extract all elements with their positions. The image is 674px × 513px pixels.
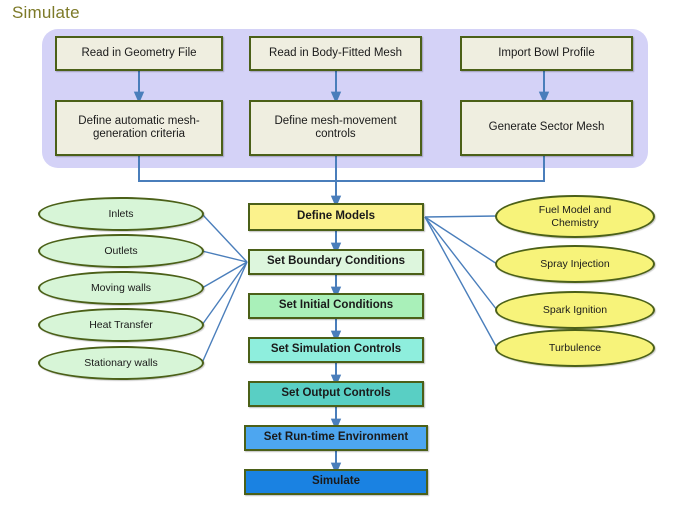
setup-box-generate-sector-mesh[interactable]: Generate Sector Mesh [460,100,633,156]
setup-box-label: Read in Body-Fitted Mesh [269,46,402,59]
flowchart-canvas: Simulate Read in Geometry File Read in B… [0,0,674,513]
flow-step-set-simulation-controls[interactable]: Set Simulation Controls [248,337,424,363]
boundary-input-outlets[interactable]: Outlets [38,234,204,268]
flow-step-label: Set Simulation Controls [270,343,402,356]
ellipse-label: Moving walls [90,281,152,294]
model-input-spark-ignition[interactable]: Spark Ignition [495,291,655,329]
ellipse-label: Outlets [104,244,138,257]
model-input-fuel-model-and-chemistry[interactable]: Fuel Model and Chemistry [495,195,655,238]
flow-step-define-models[interactable]: Define Models [248,203,424,231]
setup-box-import-bowl-profile[interactable]: Import Bowl Profile [460,36,633,71]
ellipse-label: Spark Ignition [542,303,608,316]
setup-box-define-mesh-generation-criteria[interactable]: Define automatic mesh-generation criteri… [55,100,223,156]
setup-box-label: Import Bowl Profile [498,46,595,59]
ellipse-label: Inlets [108,207,134,220]
flow-step-label: Set Initial Conditions [278,299,394,312]
ellipse-label: Turbulence [548,341,602,354]
setup-box-define-mesh-movement-controls[interactable]: Define mesh-movement controls [249,100,422,156]
flow-step-label: Simulate [312,475,360,488]
boundary-input-inlets[interactable]: Inlets [38,197,204,231]
setup-box-label: Read in Geometry File [81,46,197,59]
boundary-input-moving-walls[interactable]: Moving walls [38,271,204,305]
connector-heat-transfer-to-bc [201,261,248,326]
flow-step-set-initial-conditions[interactable]: Set Initial Conditions [248,293,424,319]
connector-spark-to-models [424,216,498,311]
setup-box-read-body-fitted-mesh[interactable]: Read in Body-Fitted Mesh [249,36,422,71]
setup-box-label: Define mesh-movement controls [274,114,397,140]
flow-step-label: Set Run-time Environment [263,431,409,444]
model-input-spray-injection[interactable]: Spray Injection [495,245,655,283]
setup-box-read-geometry-file[interactable]: Read in Geometry File [55,36,223,71]
boundary-input-heat-transfer[interactable]: Heat Transfer [38,308,204,342]
flow-step-simulate[interactable]: Simulate [244,469,428,495]
connector-turbulence-to-models [424,216,498,349]
flow-step-label: Define Models [297,210,375,223]
connector-outlets-to-bc [201,250,248,263]
connector-fuel-model-to-models [424,215,498,218]
setup-box-label: Define automatic mesh-generation criteri… [78,114,200,140]
connector-inlets-to-bc [201,213,248,263]
flow-step-set-run-time-environment[interactable]: Set Run-time Environment [244,425,428,451]
model-input-turbulence[interactable]: Turbulence [495,329,655,367]
ellipse-label: Stationary walls [84,356,158,369]
flow-step-label: Set Output Controls [281,387,391,400]
flow-step-set-boundary-conditions[interactable]: Set Boundary Conditions [248,249,424,275]
connector-spray-to-models [424,216,498,265]
ellipse-label: Fuel Model and Chemistry [538,203,612,229]
ellipse-label: Spray Injection [540,257,610,270]
connector-stationary-walls-to-bc [201,261,248,364]
flow-step-label: Set Boundary Conditions [267,255,405,268]
page-title: Simulate [12,3,80,22]
connector-moving-walls-to-bc [201,261,248,289]
flow-step-set-output-controls[interactable]: Set Output Controls [248,381,424,407]
ellipse-label: Heat Transfer [89,318,153,331]
setup-box-label: Generate Sector Mesh [488,121,605,134]
boundary-input-stationary-walls[interactable]: Stationary walls [38,346,204,380]
